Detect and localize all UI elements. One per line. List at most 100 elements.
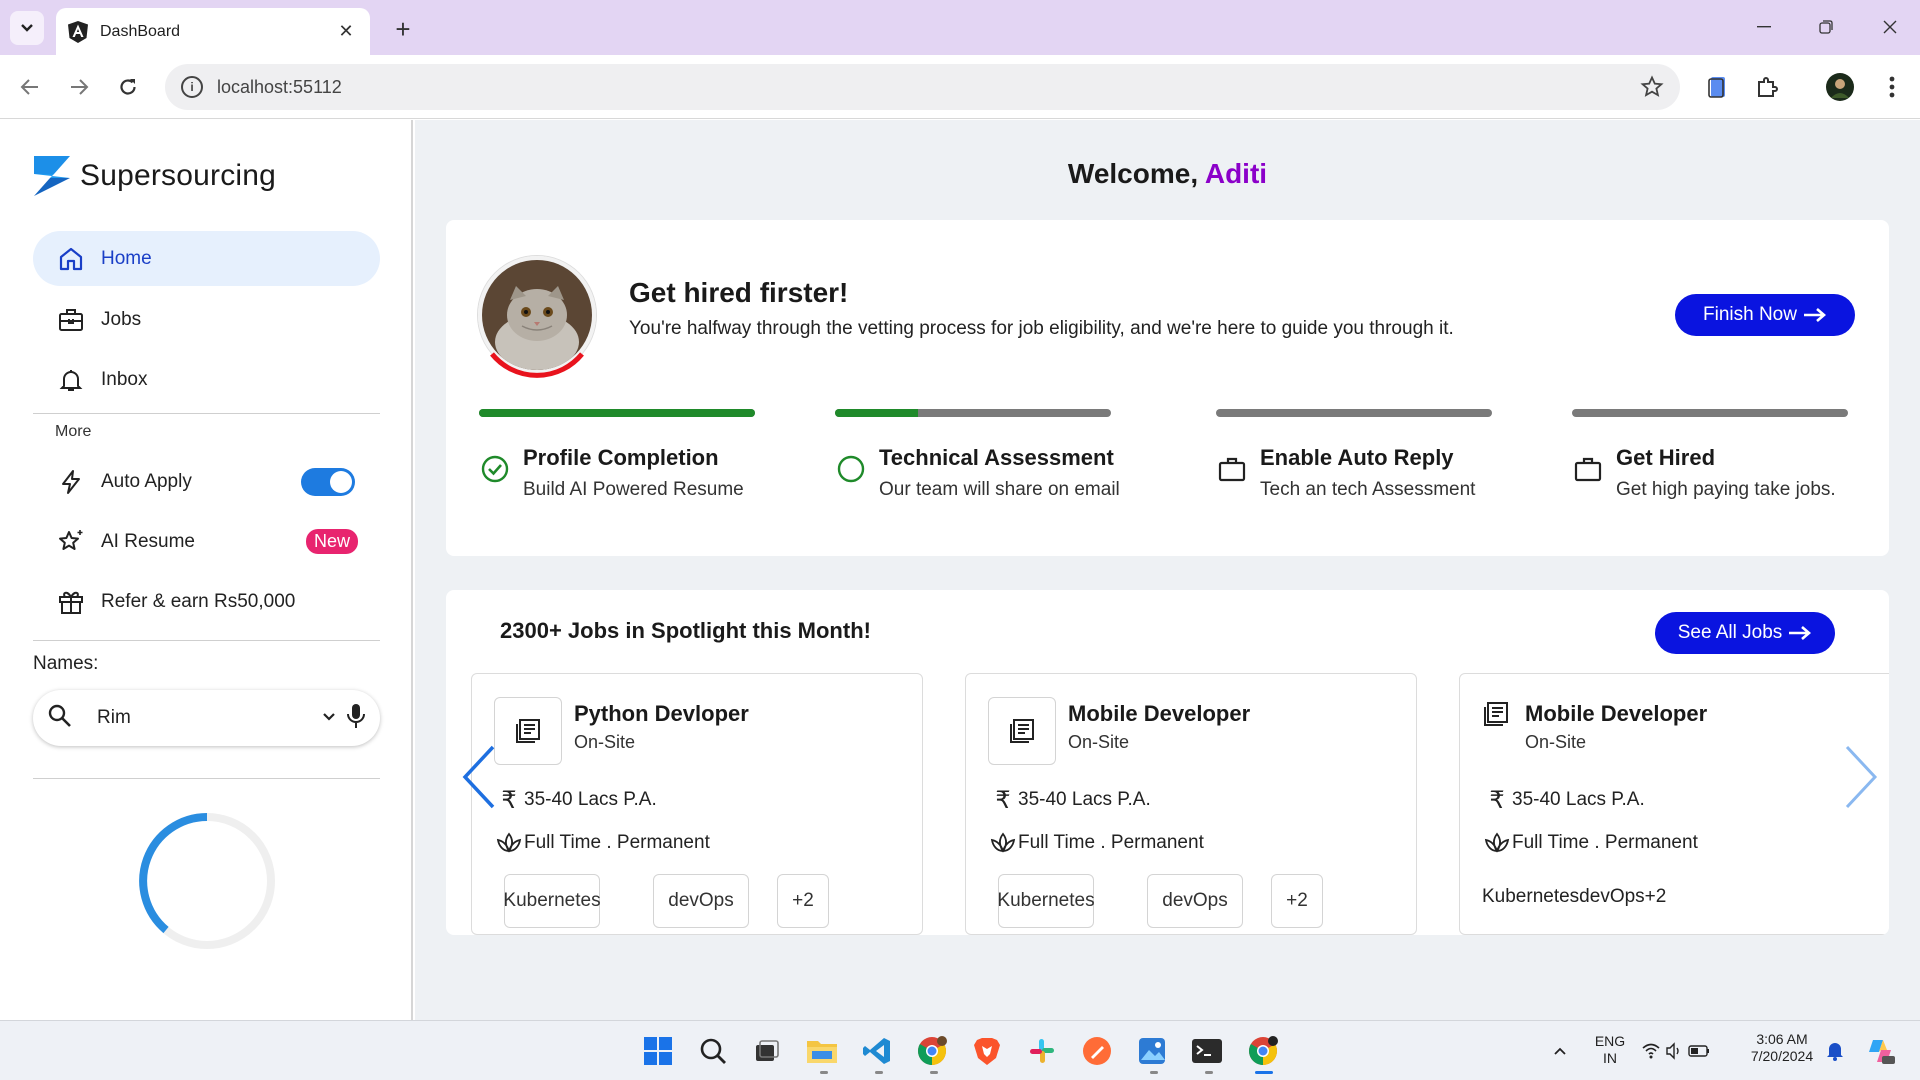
job-document-icon (988, 697, 1056, 765)
sidebar-item-label: AI Resume (101, 530, 195, 552)
tab-close-icon[interactable]: ✕ (334, 20, 358, 44)
task-view-icon[interactable] (749, 1033, 785, 1069)
job-card[interactable]: Mobile Developer On-Site ₹ 35-40 Lacs P.… (965, 673, 1417, 935)
more-skills-chip[interactable]: +2 (777, 874, 829, 928)
terminal-icon[interactable] (1189, 1033, 1225, 1069)
check-circle-icon (479, 453, 511, 485)
wifi-icon (1642, 1043, 1660, 1059)
back-button[interactable] (12, 69, 48, 105)
photos-icon[interactable] (1134, 1033, 1170, 1069)
file-explorer-icon[interactable] (804, 1033, 840, 1069)
see-all-jobs-label: See All Jobs (1677, 622, 1783, 643)
arrow-right-icon (1803, 308, 1826, 322)
skill-chip[interactable]: devOps (653, 874, 749, 928)
chevron-down-icon[interactable] (322, 709, 336, 727)
lightning-icon (57, 468, 85, 496)
reload-button[interactable] (110, 69, 146, 105)
running-indicator (875, 1071, 883, 1074)
url-text: localhost:55112 (217, 76, 342, 97)
more-section-label: More (55, 423, 92, 440)
copilot-icon[interactable] (1862, 1033, 1898, 1069)
chevron-right-icon (1845, 745, 1878, 809)
welcome-heading: Welcome, Aditi (415, 158, 1920, 190)
sidebar-item-home[interactable]: Home (33, 231, 380, 286)
notification-bell-icon[interactable] (1817, 1033, 1853, 1069)
taskbar-search-icon[interactable] (695, 1033, 731, 1069)
sidebar-item-auto-apply[interactable]: Auto Apply (33, 454, 380, 509)
step-title: Technical Assessment (879, 445, 1114, 470)
step-get-hired[interactable]: Get Hired Get high paying take jobs. (1572, 409, 1848, 500)
sidebar-item-jobs[interactable]: Jobs (33, 292, 380, 347)
skill-chip[interactable]: Kubernetes (503, 874, 601, 928)
tab-search-dropdown[interactable] (10, 11, 44, 45)
brand-logo[interactable]: Supersourcing (32, 154, 276, 198)
step-progress-bar (479, 409, 755, 417)
running-indicator (930, 1071, 938, 1074)
search-value[interactable]: Rim (97, 707, 322, 729)
close-window-button[interactable] (1867, 12, 1913, 42)
jobs-title: 2300+ Jobs in Spotlight this Month! (500, 618, 871, 643)
microphone-icon[interactable] (346, 702, 366, 735)
sidebar-item-refer[interactable]: Refer & earn Rs50,000 (33, 574, 380, 629)
slack-icon[interactable] (1024, 1033, 1060, 1069)
lotus-icon (496, 830, 522, 856)
sidebar-item-label: Refer & earn Rs50,000 (101, 590, 296, 612)
jobs-spotlight-card: 2300+ Jobs in Spotlight this Month! See … (446, 590, 1889, 935)
finish-now-button[interactable]: Finish Now (1675, 294, 1855, 336)
names-search-input[interactable]: Rim (33, 690, 380, 746)
reload-icon (120, 79, 136, 95)
sidebar-item-inbox[interactable]: Inbox (33, 352, 380, 407)
windows-start-icon[interactable] (640, 1033, 676, 1069)
site-info-icon[interactable]: i (181, 76, 203, 98)
job-card[interactable]: Mobile Developer On-Site ₹ 35-40 Lacs P.… (1459, 673, 1889, 935)
clock[interactable]: 3:06 AM 7/20/2024 (1742, 1031, 1822, 1065)
auto-apply-toggle[interactable] (301, 467, 355, 496)
carousel-prev-button[interactable] (459, 742, 499, 812)
reading-mode-icon[interactable] (1702, 71, 1734, 103)
brave-icon[interactable] (969, 1033, 1005, 1069)
chrome-icon[interactable] (1245, 1033, 1281, 1069)
job-employment: Full Time . Permanent (1512, 832, 1698, 853)
step-profile-completion[interactable]: Profile Completion Build AI Powered Resu… (479, 409, 755, 500)
search-icon (47, 703, 73, 734)
forward-button[interactable] (61, 69, 97, 105)
job-employment: Full Time . Permanent (1018, 832, 1204, 853)
vscode-icon[interactable] (859, 1033, 895, 1069)
profile-avatar[interactable] (1824, 71, 1856, 103)
bell-icon (57, 366, 85, 394)
hire-subtitle: You're halfway through the vetting proce… (629, 318, 1454, 339)
carousel-next-button[interactable] (1841, 742, 1881, 812)
briefcase-icon (57, 306, 85, 334)
skill-chip[interactable]: Kubernetes (997, 874, 1095, 928)
minimize-button[interactable] (1741, 12, 1787, 42)
active-indicator (1255, 1071, 1273, 1074)
postman-icon[interactable] (1079, 1033, 1115, 1069)
rupee-icon: ₹ (501, 786, 517, 814)
skill-chip[interactable]: devOps (1147, 874, 1243, 928)
see-all-jobs-button[interactable]: See All Jobs (1655, 612, 1835, 654)
job-salary-row: ₹ 35-40 Lacs P.A. (496, 786, 656, 814)
job-card[interactable]: Python Devloper On-Site ₹ 35-40 Lacs P.A… (471, 673, 923, 935)
tray-chevron-up-icon[interactable] (1542, 1033, 1578, 1069)
new-tab-button[interactable]: + (388, 14, 418, 44)
bookmark-star-icon[interactable] (1640, 75, 1664, 104)
job-title: Python Devloper (574, 701, 749, 726)
more-skills-chip[interactable]: +2 (1271, 874, 1323, 928)
restore-button[interactable] (1803, 12, 1849, 42)
step-technical-assessment[interactable]: Technical Assessment Our team will share… (835, 409, 1120, 500)
chrome-profile-icon[interactable] (914, 1033, 950, 1069)
address-bar[interactable]: i localhost:55112 (165, 64, 1680, 110)
finish-now-label: Finish Now (1703, 304, 1797, 325)
network-volume-battery-group[interactable] (1637, 1033, 1717, 1069)
job-title: Mobile Developer (1525, 701, 1708, 726)
step-enable-auto-reply[interactable]: Enable Auto Reply Tech an tech Assessmen… (1216, 409, 1492, 500)
sidebar-item-ai-resume[interactable]: AI Resume New (33, 514, 380, 569)
browser-menu-icon[interactable] (1876, 71, 1908, 103)
sparkle-star-icon (57, 528, 85, 556)
browser-tab[interactable]: DashBoard ✕ (56, 8, 370, 55)
region-code: IN (1603, 1050, 1617, 1066)
language-code: ENG (1594, 1033, 1626, 1049)
extensions-puzzle-icon[interactable] (1751, 71, 1783, 103)
welcome-prefix: Welcome, (1067, 158, 1199, 189)
language-indicator[interactable]: ENG IN (1593, 1033, 1627, 1067)
